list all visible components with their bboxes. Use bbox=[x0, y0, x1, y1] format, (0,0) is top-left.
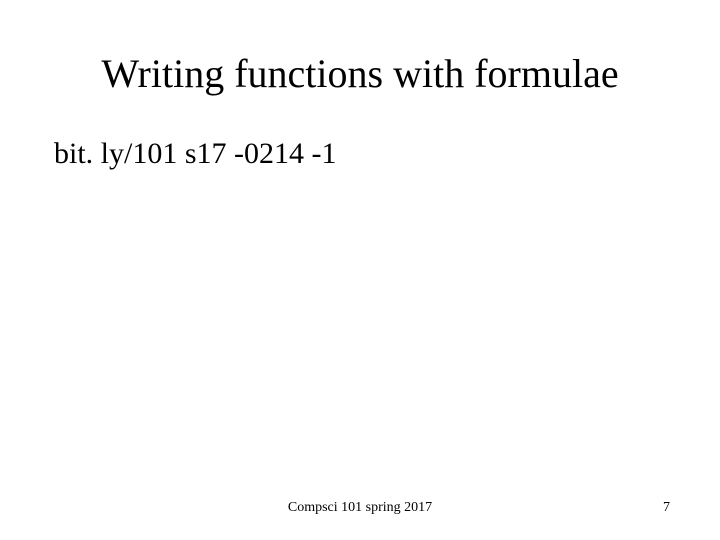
slide-container: Writing functions with formulae bit. ly/… bbox=[0, 0, 720, 540]
slide-footer: Compsci 101 spring 2017 7 bbox=[0, 500, 720, 516]
slide-title: Writing functions with formulae bbox=[50, 50, 670, 97]
footer-text: Compsci 101 spring 2017 bbox=[288, 500, 432, 516]
slide-body-link: bit. ly/101 s17 -0214 -1 bbox=[54, 137, 670, 171]
page-number: 7 bbox=[663, 500, 670, 516]
